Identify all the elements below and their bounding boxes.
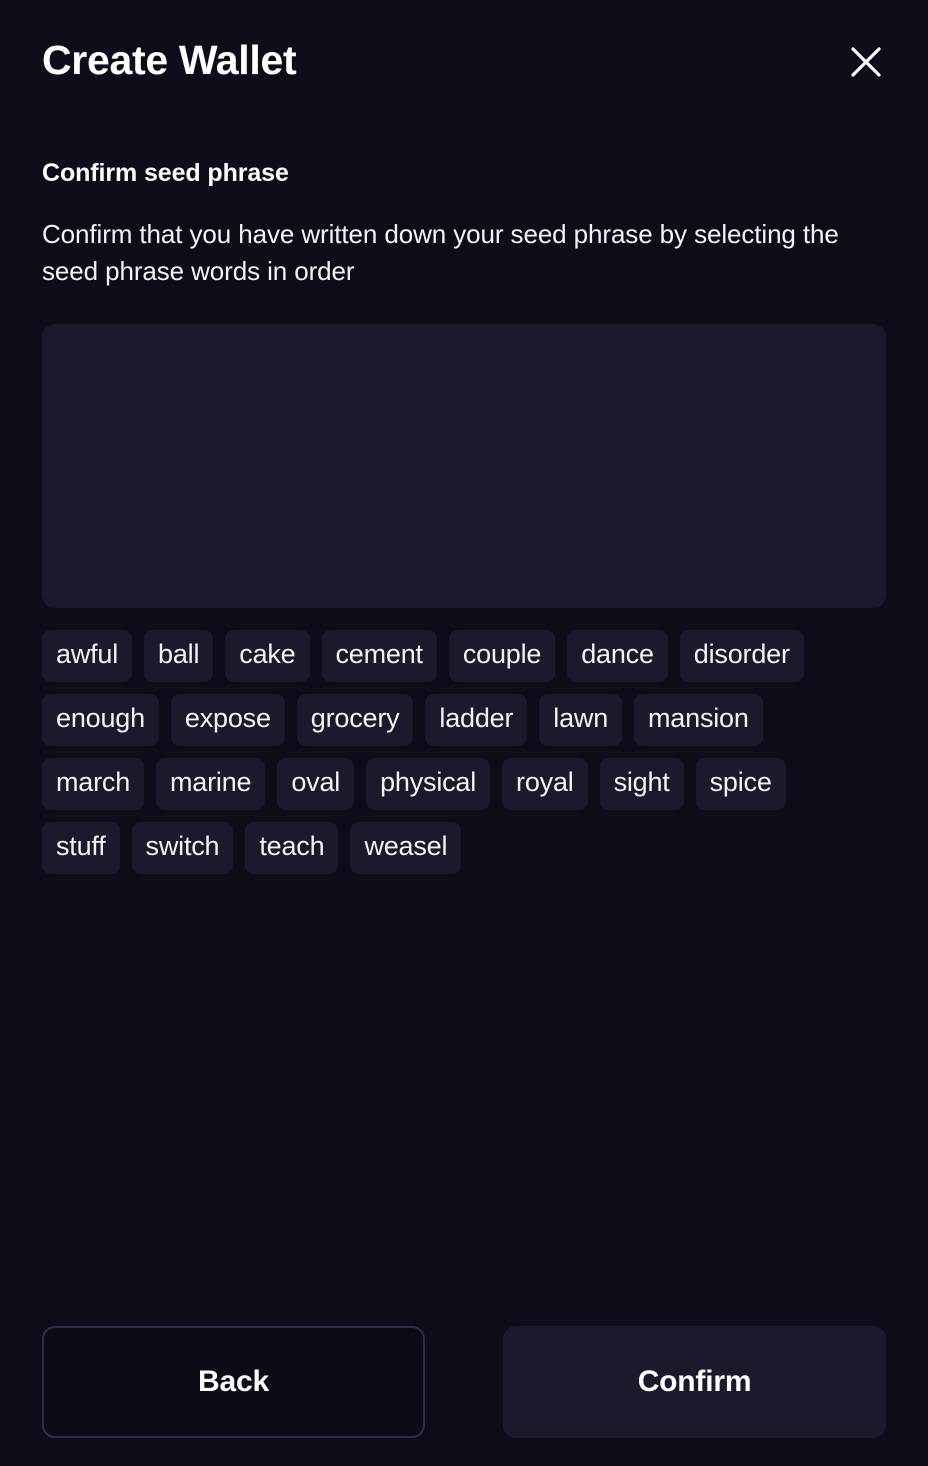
- word-chip[interactable]: oval: [277, 757, 355, 810]
- close-button[interactable]: [844, 40, 888, 84]
- word-chip[interactable]: grocery: [296, 693, 414, 746]
- word-chip[interactable]: spice: [695, 757, 786, 810]
- word-chip[interactable]: mansion: [634, 693, 763, 746]
- word-chip[interactable]: ball: [144, 629, 214, 682]
- word-chip[interactable]: lawn: [539, 693, 623, 746]
- back-button[interactable]: Back: [42, 1326, 425, 1438]
- word-chip[interactable]: switch: [131, 821, 234, 874]
- section-title: Confirm seed phrase: [42, 159, 289, 187]
- close-icon: [849, 45, 883, 79]
- word-chip[interactable]: cake: [225, 629, 310, 682]
- confirm-button[interactable]: Confirm: [503, 1326, 886, 1438]
- word-chip[interactable]: cement: [321, 629, 437, 682]
- word-chip[interactable]: stuff: [42, 821, 120, 874]
- word-chip[interactable]: ladder: [425, 693, 528, 746]
- word-chip[interactable]: expose: [170, 693, 285, 746]
- word-bank: awful ball cake cement couple dance disorder en…: [42, 629, 870, 874]
- word-chip[interactable]: disorder: [679, 629, 804, 682]
- selected-words-dropzone[interactable]: [42, 323, 886, 608]
- modal-header: Create Wallet: [42, 0, 886, 96]
- modal-footer: Back Confirm: [42, 1326, 886, 1466]
- word-chip[interactable]: enough: [42, 693, 159, 746]
- word-chip[interactable]: dance: [567, 629, 668, 682]
- word-chip[interactable]: royal: [502, 757, 588, 810]
- word-chip[interactable]: march: [42, 757, 145, 810]
- word-chip[interactable]: weasel: [350, 821, 462, 874]
- word-chip[interactable]: physical: [366, 757, 491, 810]
- word-chip[interactable]: sight: [599, 757, 684, 810]
- create-wallet-modal: Create Wallet Confirm seed phrase Confir…: [0, 0, 928, 1466]
- page-title: Create Wallet: [42, 37, 297, 83]
- word-chip[interactable]: teach: [245, 821, 339, 874]
- word-chip[interactable]: couple: [448, 629, 556, 682]
- word-chip[interactable]: awful: [42, 629, 133, 682]
- layout-spacer: [42, 874, 886, 1326]
- section-description: Confirm that you have written down your …: [42, 219, 839, 286]
- word-chip[interactable]: marine: [156, 757, 266, 810]
